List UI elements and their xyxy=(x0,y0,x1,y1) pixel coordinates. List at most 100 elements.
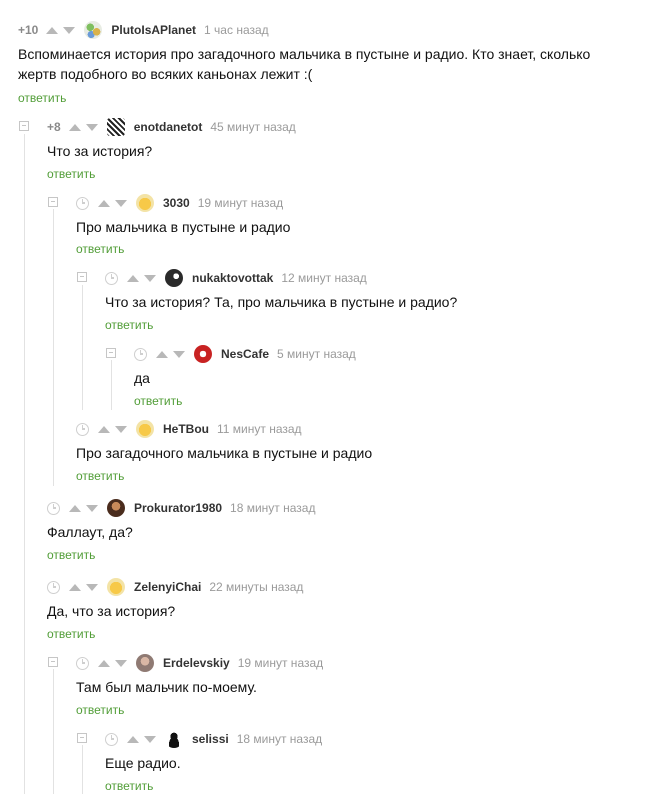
comment-text: Про загадочного мальчика в пустыне и рад… xyxy=(76,445,373,461)
upvote-icon[interactable] xyxy=(127,274,139,282)
comment-text: Фаллаут, да? xyxy=(47,524,133,540)
downvote-icon[interactable] xyxy=(86,504,98,512)
upvote-icon[interactable] xyxy=(69,504,81,512)
avatar[interactable] xyxy=(165,269,183,287)
comment-time[interactable]: 18 минут назад xyxy=(230,501,315,515)
reply-link[interactable]: ответить xyxy=(47,627,95,641)
clock-icon xyxy=(76,196,89,210)
comment-author[interactable]: selissi xyxy=(192,732,229,746)
comment-author[interactable]: PlutoIsAPlanet xyxy=(111,23,196,37)
comment-text: Да, что за история? xyxy=(47,603,176,619)
avatar[interactable] xyxy=(136,194,154,212)
avatar[interactable] xyxy=(107,578,125,596)
downvote-icon[interactable] xyxy=(115,659,127,667)
comment-text: да xyxy=(134,370,150,386)
comment-author[interactable]: HeTBou xyxy=(163,422,209,436)
clock-icon xyxy=(47,580,60,594)
thread-line xyxy=(24,134,25,794)
comment: ZelenyiChai 22 минуты назад Да, что за и… xyxy=(47,577,650,647)
thread-line xyxy=(82,745,83,794)
reply-link[interactable]: ответить xyxy=(105,318,153,332)
upvote-icon[interactable] xyxy=(98,425,110,433)
comment-time[interactable]: 45 минут назад xyxy=(210,120,295,134)
comment: HeTBou 11 минут назад Про загадочного ма… xyxy=(76,419,650,489)
reply-link[interactable]: ответить xyxy=(76,242,124,256)
downvote-icon[interactable] xyxy=(63,26,76,34)
downvote-icon[interactable] xyxy=(86,583,98,591)
comment-text: Что за история? Та, про мальчика в пусты… xyxy=(105,294,458,310)
downvote-icon[interactable] xyxy=(85,123,98,131)
clock-icon xyxy=(47,501,60,515)
upvote-icon[interactable] xyxy=(127,735,139,743)
avatar[interactable] xyxy=(106,118,125,136)
collapse-toggle[interactable] xyxy=(19,121,29,131)
comment-time[interactable]: 12 минут назад xyxy=(281,271,366,285)
avatar[interactable] xyxy=(136,654,154,672)
downvote-icon[interactable] xyxy=(115,199,127,207)
comment-text: Вспоминается история про загадочного мал… xyxy=(18,46,591,82)
avatar[interactable] xyxy=(84,21,103,39)
upvote-icon[interactable] xyxy=(69,583,81,591)
reply-link[interactable]: ответить xyxy=(47,548,95,562)
comment-time[interactable]: 18 минут назад xyxy=(237,732,322,746)
upvote-icon[interactable] xyxy=(46,26,59,34)
downvote-icon[interactable] xyxy=(173,350,185,358)
comment-author[interactable]: 3030 xyxy=(163,196,190,210)
upvote-icon[interactable] xyxy=(156,350,168,358)
comment-time[interactable]: 11 минут назад xyxy=(217,422,302,436)
comment-header: NesCafe 5 минут назад xyxy=(134,344,356,364)
clock-icon xyxy=(105,271,118,285)
comment: 3030 19 минут назад Про мальчика в пусты… xyxy=(76,193,650,263)
comment-text: Про мальчика в пустыне и радио xyxy=(76,219,291,235)
comment-text: Что за история? xyxy=(47,143,153,159)
comment-header: Prokurator1980 18 минут назад xyxy=(47,498,315,518)
comment: Erdelevskiy 19 минут назад Там был мальч… xyxy=(76,653,650,723)
comment-author[interactable]: Prokurator1980 xyxy=(134,501,222,515)
collapse-toggle[interactable] xyxy=(48,657,58,667)
collapse-toggle[interactable] xyxy=(48,197,58,207)
comment-author[interactable]: NesCafe xyxy=(221,347,269,361)
avatar[interactable] xyxy=(107,499,125,517)
comment-time[interactable]: 19 минут назад xyxy=(198,196,283,210)
avatar[interactable] xyxy=(194,345,212,363)
comment-score: +10 xyxy=(18,23,39,37)
clock-icon xyxy=(76,656,89,670)
comment: +10 PlutoIsAPlanet 1 час назад Вспоминае… xyxy=(18,20,650,110)
avatar[interactable] xyxy=(136,420,154,438)
reply-link[interactable]: ответить xyxy=(47,167,95,181)
comment: Prokurator1980 18 минут назад Фаллаут, д… xyxy=(47,498,650,568)
upvote-icon[interactable] xyxy=(98,659,110,667)
comment-header: nukaktovottak 12 минут назад xyxy=(105,268,367,288)
collapse-toggle[interactable] xyxy=(106,348,116,358)
reply-link[interactable]: ответить xyxy=(76,703,124,717)
comment: nukaktovottak 12 минут назад Что за исто… xyxy=(105,268,650,338)
avatar[interactable] xyxy=(165,730,183,748)
comment-author[interactable]: nukaktovottak xyxy=(192,271,273,285)
comment-author[interactable]: Erdelevskiy xyxy=(163,656,230,670)
comment-time[interactable]: 22 минуты назад xyxy=(209,580,303,594)
thread-line xyxy=(111,360,112,410)
upvote-icon[interactable] xyxy=(68,123,81,131)
reply-link[interactable]: ответить xyxy=(105,779,153,793)
collapse-toggle[interactable] xyxy=(77,733,87,743)
comment: selissi 18 минут назад Еще радио. ответи… xyxy=(105,729,650,794)
downvote-icon[interactable] xyxy=(144,274,156,282)
collapse-toggle[interactable] xyxy=(77,272,87,282)
comment-author[interactable]: enotdanetot xyxy=(134,120,203,134)
reply-link[interactable]: ответить xyxy=(18,91,66,105)
comment-author[interactable]: ZelenyiChai xyxy=(134,580,201,594)
comment-time[interactable]: 5 минут назад xyxy=(277,347,356,361)
thread-line xyxy=(53,669,54,794)
comment-time[interactable]: 19 минут назад xyxy=(238,656,323,670)
comment-text: Там был мальчик по-моему. xyxy=(76,679,257,695)
comment-score: +8 xyxy=(47,120,61,134)
reply-link[interactable]: ответить xyxy=(76,469,124,483)
downvote-icon[interactable] xyxy=(144,735,156,743)
comment-time[interactable]: 1 час назад xyxy=(204,23,269,37)
downvote-icon[interactable] xyxy=(115,425,127,433)
reply-link[interactable]: ответить xyxy=(134,394,182,408)
comment: NesCafe 5 минут назад да ответить xyxy=(134,344,650,414)
comment-header: +10 PlutoIsAPlanet 1 час назад xyxy=(18,20,269,40)
upvote-icon[interactable] xyxy=(98,199,110,207)
clock-icon xyxy=(76,422,89,436)
